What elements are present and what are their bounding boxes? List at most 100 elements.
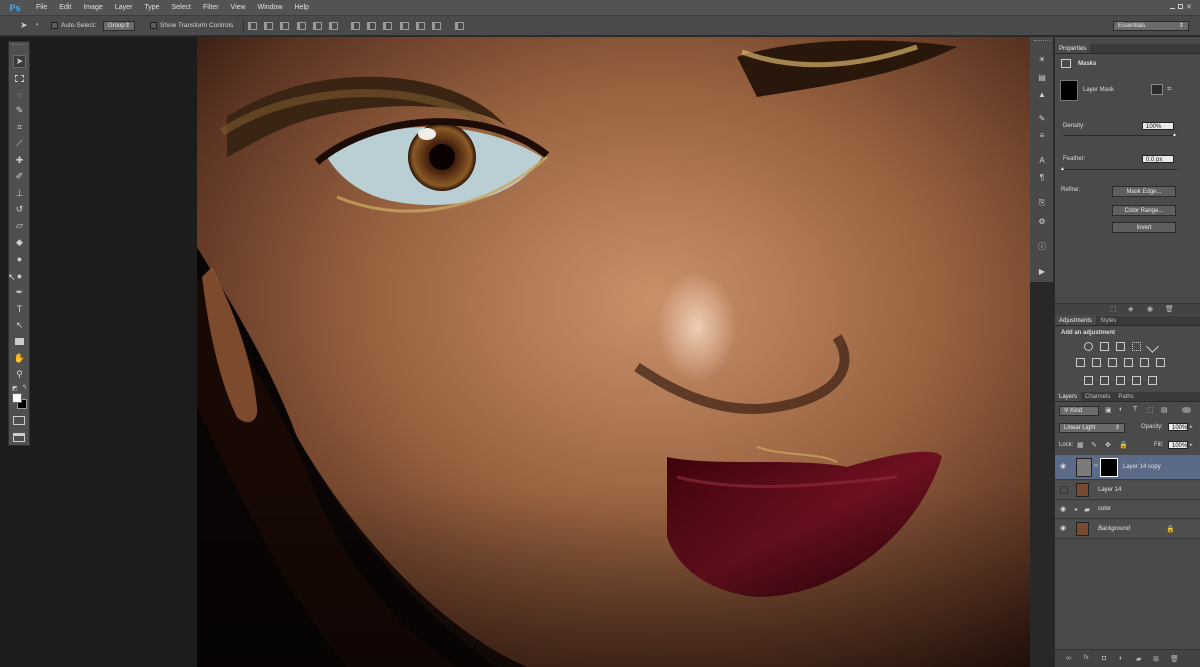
- move-tool-preset-icon[interactable]: ➤: [20, 20, 28, 31]
- layer-name[interactable]: Layer 14 copy: [1123, 464, 1161, 470]
- layer-filter-kind[interactable]: ⚲ Kind: [1059, 406, 1099, 416]
- eye-icon[interactable]: ◉: [1060, 506, 1069, 514]
- new-adjustment-icon[interactable]: ◐: [1119, 655, 1123, 662]
- maximize-icon[interactable]: [1178, 4, 1183, 9]
- swap-colors-icon[interactable]: ↰: [22, 384, 27, 391]
- filter-type-icon[interactable]: T: [1133, 406, 1137, 413]
- levels-icon[interactable]: ▤: [1036, 71, 1048, 83]
- eye-icon[interactable]: ◉: [1060, 463, 1069, 471]
- layer-row[interactable]: Layer 14: [1055, 481, 1200, 500]
- density-slider[interactable]: [1063, 135, 1177, 136]
- vector-mask-icon[interactable]: ⌗: [1167, 84, 1179, 95]
- blend-mode-dropdown[interactable]: Linear Light ⇕: [1059, 423, 1125, 433]
- filter-adjustment-icon[interactable]: ◐: [1119, 406, 1123, 413]
- new-layer-icon[interactable]: ⊞: [1153, 655, 1159, 663]
- close-icon[interactable]: ✕: [1186, 3, 1192, 11]
- document-canvas[interactable]: [197, 37, 1030, 667]
- auto-select-checkbox[interactable]: [51, 22, 58, 29]
- layer-name[interactable]: color: [1098, 506, 1111, 512]
- paragraph-icon[interactable]: ¶: [1036, 171, 1048, 183]
- visibility-icon[interactable]: ◉: [1147, 305, 1153, 313]
- color-range-button[interactable]: Color Range...: [1112, 205, 1176, 216]
- layer-name[interactable]: Layer 14: [1098, 487, 1121, 493]
- photo-filter-icon[interactable]: [1124, 358, 1133, 367]
- menu-type[interactable]: Type: [138, 4, 165, 11]
- pixel-mask-icon[interactable]: [1151, 84, 1163, 95]
- filter-pixel-icon[interactable]: ▣: [1105, 406, 1112, 414]
- histogram-icon[interactable]: ▲: [1036, 88, 1048, 100]
- load-selection-icon[interactable]: ⬚: [1110, 305, 1117, 313]
- color-lookup-icon[interactable]: [1156, 358, 1165, 367]
- mask-edge-button[interactable]: Mask Edge...: [1112, 186, 1176, 197]
- eye-icon[interactable]: ◉: [1060, 525, 1069, 533]
- layer-row[interactable]: ◉ Background 🔒: [1055, 520, 1200, 539]
- lock-transparent-icon[interactable]: ▦: [1077, 441, 1084, 449]
- align-bottom-icon[interactable]: [280, 22, 289, 30]
- foreground-color-swatch[interactable]: [12, 393, 22, 403]
- tab-adjustments[interactable]: Adjustments: [1055, 316, 1097, 325]
- move-tool-icon[interactable]: ➤: [13, 55, 26, 68]
- distribute-left-icon[interactable]: [400, 22, 409, 30]
- lock-position-icon[interactable]: ✥: [1105, 441, 1111, 449]
- fill-slider-arrow-icon[interactable]: ▸: [1190, 442, 1193, 448]
- menu-help[interactable]: Help: [289, 4, 315, 11]
- posterize-icon[interactable]: [1100, 376, 1109, 385]
- zoom-tool-icon[interactable]: ⚲: [13, 368, 26, 381]
- info-icon[interactable]: ⓘ: [1036, 240, 1048, 252]
- transform-controls-checkbox[interactable]: [150, 22, 157, 29]
- history-brush-tool-icon[interactable]: ↺: [13, 203, 26, 216]
- gradient-map-icon[interactable]: [1132, 376, 1141, 385]
- invert-button[interactable]: Invert: [1112, 222, 1176, 233]
- distribute-vcenter-icon[interactable]: [367, 22, 376, 30]
- fill-field[interactable]: 100%: [1168, 441, 1188, 449]
- quick-mask-icon[interactable]: [13, 416, 25, 425]
- workspace-switcher[interactable]: Essentials ⇕: [1113, 21, 1189, 31]
- trash-icon[interactable]: 🗑: [1165, 305, 1174, 313]
- brightness-icon[interactable]: ☀: [1036, 53, 1048, 65]
- layer-row[interactable]: ◉ ∞ Layer 14 copy: [1055, 455, 1200, 480]
- actions-icon[interactable]: ▶: [1036, 265, 1048, 277]
- vibrance-icon[interactable]: [1146, 340, 1159, 353]
- path-selection-tool-icon[interactable]: ↖: [13, 319, 26, 332]
- feather-field[interactable]: 0.0 px: [1142, 155, 1174, 163]
- lock-pixels-icon[interactable]: ✎: [1091, 441, 1097, 449]
- brush-panel-icon[interactable]: ≡: [1036, 129, 1048, 141]
- filter-smart-object-icon[interactable]: ▤: [1161, 406, 1168, 414]
- curves-icon[interactable]: [1116, 342, 1125, 351]
- crop-tool-icon[interactable]: ⌗: [13, 121, 26, 134]
- channel-mixer-icon[interactable]: [1140, 358, 1149, 367]
- new-group-icon[interactable]: ▰: [1136, 655, 1141, 663]
- density-field[interactable]: 100%: [1142, 122, 1174, 130]
- opacity-slider-arrow-icon[interactable]: ▸: [1190, 424, 1193, 430]
- distribute-top-icon[interactable]: [351, 22, 360, 30]
- align-hcenter-icon[interactable]: [313, 22, 322, 30]
- character-icon[interactable]: A: [1036, 154, 1048, 166]
- tab-paths[interactable]: Paths: [1114, 392, 1137, 401]
- filter-toggle[interactable]: [1182, 407, 1191, 413]
- type-tool-icon[interactable]: T: [13, 302, 26, 315]
- delete-layer-icon[interactable]: 🗑: [1170, 655, 1179, 663]
- minimize-icon[interactable]: [1170, 8, 1175, 9]
- quick-selection-tool-icon[interactable]: ✎: [13, 104, 26, 117]
- mask-mode-icon[interactable]: [1061, 59, 1071, 68]
- filter-shape-icon[interactable]: ⬚: [1147, 406, 1154, 414]
- black-white-icon[interactable]: [1108, 358, 1117, 367]
- align-right-icon[interactable]: [329, 22, 338, 30]
- density-slider-thumb[interactable]: ▲: [1172, 132, 1177, 138]
- layer-style-icon[interactable]: fx: [1084, 655, 1089, 661]
- menu-window[interactable]: Window: [252, 4, 289, 11]
- opacity-field[interactable]: 100%: [1168, 423, 1188, 431]
- hand-tool-icon[interactable]: ✋: [13, 352, 26, 365]
- brush-tool-icon[interactable]: ✐: [13, 170, 26, 183]
- lasso-tool-icon[interactable]: ◌: [13, 88, 26, 101]
- eraser-tool-icon[interactable]: ▱: [13, 219, 26, 232]
- blur-tool-icon[interactable]: ●: [13, 252, 26, 265]
- clone-stamp-tool-icon[interactable]: ⊥: [13, 187, 26, 200]
- toolbar-grip[interactable]: [12, 44, 26, 46]
- exposure-icon[interactable]: [1132, 342, 1141, 351]
- chevron-down-icon[interactable]: ▾: [36, 22, 39, 28]
- default-colors-icon[interactable]: ◩: [12, 385, 18, 392]
- visibility-toggle-off[interactable]: [1060, 486, 1068, 494]
- distribute-hcenter-icon[interactable]: [416, 22, 425, 30]
- distribute-right-icon[interactable]: [432, 22, 441, 30]
